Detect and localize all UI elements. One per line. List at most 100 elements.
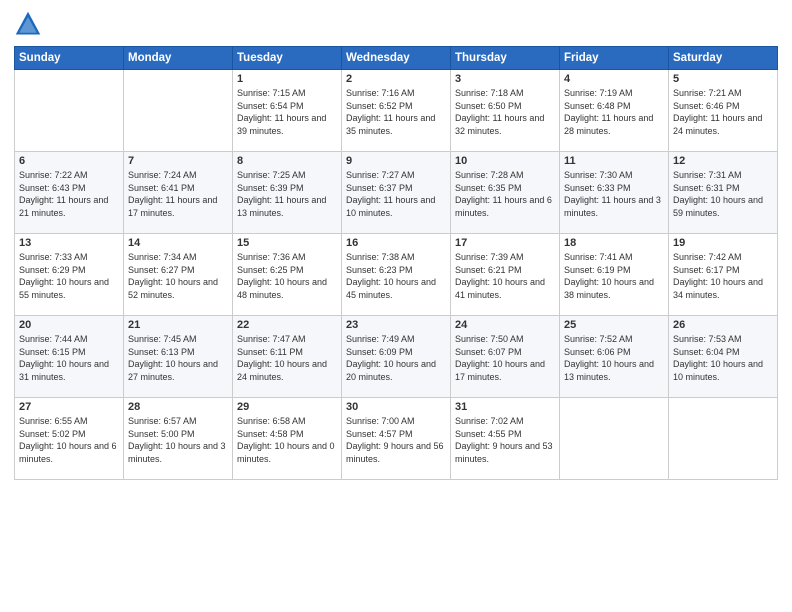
day-info: Sunrise: 7:22 AM Sunset: 6:43 PM Dayligh…: [19, 169, 119, 219]
weekday-header: Friday: [560, 47, 669, 70]
calendar-cell: [15, 70, 124, 152]
calendar-cell: 9 Sunrise: 7:27 AM Sunset: 6:37 PM Daylig…: [342, 152, 451, 234]
day-number: 6: [19, 155, 119, 167]
calendar-cell: [669, 398, 778, 480]
calendar-cell: 3Sunrise: 7:18 AM Sunset: 6:50 PM Daylig…: [451, 70, 560, 152]
calendar-cell: 11Sunrise: 7:30 AM Sunset: 6:33 PM Dayli…: [560, 152, 669, 234]
day-number: 30: [346, 401, 446, 413]
calendar-cell: 22 Sunrise: 7:47 AM Sunset: 6:11 PM Dayli…: [233, 316, 342, 398]
day-number: 15: [237, 237, 337, 249]
day-number: 25: [564, 319, 664, 331]
page: SundayMondayTuesdayWednesdayThursdayFrid…: [0, 0, 792, 612]
day-info: Sunrise: 7:33 AM Sunset: 6:29 PM Dayligh…: [19, 251, 119, 301]
day-info: Sunrise: 7:38 AM Sunset: 6:23 PM Dayligh…: [346, 251, 446, 301]
calendar-cell: 27 Sunrise: 6:55 AM Sunset: 5:02 PM Dayli…: [15, 398, 124, 480]
day-info: Sunrise: 6:58 AM Sunset: 4:58 PM Dayligh…: [237, 415, 337, 465]
calendar-cell: 24 Sunrise: 7:50 AM Sunset: 6:07 PM Dayli…: [451, 316, 560, 398]
calendar-cell: 28Sunrise: 6:57 AM Sunset: 5:00 PM Dayli…: [124, 398, 233, 480]
day-number: 21: [128, 319, 228, 331]
calendar-cell: 13 Sunrise: 7:33 AM Sunset: 6:29 PM Dayli…: [15, 234, 124, 316]
calendar-cell: 20 Sunrise: 7:44 AM Sunset: 6:15 PM Dayli…: [15, 316, 124, 398]
calendar-week-row: 13 Sunrise: 7:33 AM Sunset: 6:29 PM Dayli…: [15, 234, 778, 316]
calendar-cell: 12 Sunrise: 7:31 AM Sunset: 6:31 PM Dayli…: [669, 152, 778, 234]
calendar-cell: 29 Sunrise: 6:58 AM Sunset: 4:58 PM Dayli…: [233, 398, 342, 480]
day-info: Sunrise: 7:16 AM Sunset: 6:52 PM Dayligh…: [346, 87, 446, 137]
logo: [14, 10, 46, 38]
day-number: 24: [455, 319, 555, 331]
calendar-cell: 15 Sunrise: 7:36 AM Sunset: 6:25 PM Dayli…: [233, 234, 342, 316]
day-number: 9: [346, 155, 446, 167]
day-info: Sunrise: 7:31 AM Sunset: 6:31 PM Dayligh…: [673, 169, 773, 219]
calendar-cell: 4 Sunrise: 7:19 AM Sunset: 6:48 PM Daylig…: [560, 70, 669, 152]
weekday-header: Wednesday: [342, 47, 451, 70]
day-number: 14: [128, 237, 228, 249]
day-info: Sunrise: 6:55 AM Sunset: 5:02 PM Dayligh…: [19, 415, 119, 465]
day-number: 5: [673, 73, 773, 85]
calendar-cell: 26 Sunrise: 7:53 AM Sunset: 6:04 PM Dayli…: [669, 316, 778, 398]
calendar-cell: [124, 70, 233, 152]
calendar-cell: 17Sunrise: 7:39 AM Sunset: 6:21 PM Dayli…: [451, 234, 560, 316]
calendar-cell: [560, 398, 669, 480]
weekday-header: Saturday: [669, 47, 778, 70]
calendar-week-row: 1Sunrise: 7:15 AM Sunset: 6:54 PM Daylig…: [15, 70, 778, 152]
day-number: 7: [128, 155, 228, 167]
day-number: 12: [673, 155, 773, 167]
day-info: Sunrise: 7:18 AM Sunset: 6:50 PM Dayligh…: [455, 87, 555, 137]
day-number: 27: [19, 401, 119, 413]
day-info: Sunrise: 7:25 AM Sunset: 6:39 PM Dayligh…: [237, 169, 337, 219]
weekday-header: Thursday: [451, 47, 560, 70]
day-info: Sunrise: 7:49 AM Sunset: 6:09 PM Dayligh…: [346, 333, 446, 383]
day-info: Sunrise: 7:36 AM Sunset: 6:25 PM Dayligh…: [237, 251, 337, 301]
day-info: Sunrise: 7:53 AM Sunset: 6:04 PM Dayligh…: [673, 333, 773, 383]
day-info: Sunrise: 7:44 AM Sunset: 6:15 PM Dayligh…: [19, 333, 119, 383]
day-number: 13: [19, 237, 119, 249]
day-number: 4: [564, 73, 664, 85]
day-info: Sunrise: 7:47 AM Sunset: 6:11 PM Dayligh…: [237, 333, 337, 383]
calendar-cell: 14Sunrise: 7:34 AM Sunset: 6:27 PM Dayli…: [124, 234, 233, 316]
day-number: 20: [19, 319, 119, 331]
day-info: Sunrise: 6:57 AM Sunset: 5:00 PM Dayligh…: [128, 415, 228, 465]
calendar-cell: 7 Sunrise: 7:24 AM Sunset: 6:41 PM Daylig…: [124, 152, 233, 234]
day-number: 19: [673, 237, 773, 249]
day-number: 26: [673, 319, 773, 331]
day-number: 29: [237, 401, 337, 413]
day-info: Sunrise: 7:27 AM Sunset: 6:37 PM Dayligh…: [346, 169, 446, 219]
calendar-cell: 31Sunrise: 7:02 AM Sunset: 4:55 PM Dayli…: [451, 398, 560, 480]
day-info: Sunrise: 7:50 AM Sunset: 6:07 PM Dayligh…: [455, 333, 555, 383]
day-info: Sunrise: 7:42 AM Sunset: 6:17 PM Dayligh…: [673, 251, 773, 301]
calendar-cell: 16Sunrise: 7:38 AM Sunset: 6:23 PM Dayli…: [342, 234, 451, 316]
calendar-cell: 21Sunrise: 7:45 AM Sunset: 6:13 PM Dayli…: [124, 316, 233, 398]
calendar-cell: 30Sunrise: 7:00 AM Sunset: 4:57 PM Dayli…: [342, 398, 451, 480]
day-info: Sunrise: 7:15 AM Sunset: 6:54 PM Dayligh…: [237, 87, 337, 137]
weekday-header: Sunday: [15, 47, 124, 70]
day-number: 18: [564, 237, 664, 249]
header: [14, 10, 778, 38]
weekday-header: Tuesday: [233, 47, 342, 70]
calendar-week-row: 20 Sunrise: 7:44 AM Sunset: 6:15 PM Dayli…: [15, 316, 778, 398]
calendar-cell: 23 Sunrise: 7:49 AM Sunset: 6:09 PM Dayli…: [342, 316, 451, 398]
calendar-week-row: 27 Sunrise: 6:55 AM Sunset: 5:02 PM Dayli…: [15, 398, 778, 480]
day-number: 11: [564, 155, 664, 167]
calendar-cell: 5 Sunrise: 7:21 AM Sunset: 6:46 PM Daylig…: [669, 70, 778, 152]
day-number: 8: [237, 155, 337, 167]
calendar-cell: 18 Sunrise: 7:41 AM Sunset: 6:19 PM Dayli…: [560, 234, 669, 316]
day-number: 10: [455, 155, 555, 167]
day-info: Sunrise: 7:41 AM Sunset: 6:19 PM Dayligh…: [564, 251, 664, 301]
calendar-cell: 8 Sunrise: 7:25 AM Sunset: 6:39 PM Daylig…: [233, 152, 342, 234]
day-info: Sunrise: 7:24 AM Sunset: 6:41 PM Dayligh…: [128, 169, 228, 219]
day-number: 2: [346, 73, 446, 85]
day-number: 22: [237, 319, 337, 331]
weekday-header: Monday: [124, 47, 233, 70]
day-info: Sunrise: 7:19 AM Sunset: 6:48 PM Dayligh…: [564, 87, 664, 137]
calendar-week-row: 6 Sunrise: 7:22 AM Sunset: 6:43 PM Daylig…: [15, 152, 778, 234]
day-info: Sunrise: 7:21 AM Sunset: 6:46 PM Dayligh…: [673, 87, 773, 137]
day-number: 23: [346, 319, 446, 331]
calendar-cell: 19 Sunrise: 7:42 AM Sunset: 6:17 PM Dayli…: [669, 234, 778, 316]
day-number: 17: [455, 237, 555, 249]
calendar-cell: 25Sunrise: 7:52 AM Sunset: 6:06 PM Dayli…: [560, 316, 669, 398]
calendar-cell: 1Sunrise: 7:15 AM Sunset: 6:54 PM Daylig…: [233, 70, 342, 152]
day-info: Sunrise: 7:02 AM Sunset: 4:55 PM Dayligh…: [455, 415, 555, 465]
weekday-header-row: SundayMondayTuesdayWednesdayThursdayFrid…: [15, 47, 778, 70]
calendar-cell: 10Sunrise: 7:28 AM Sunset: 6:35 PM Dayli…: [451, 152, 560, 234]
calendar-cell: 2 Sunrise: 7:16 AM Sunset: 6:52 PM Daylig…: [342, 70, 451, 152]
